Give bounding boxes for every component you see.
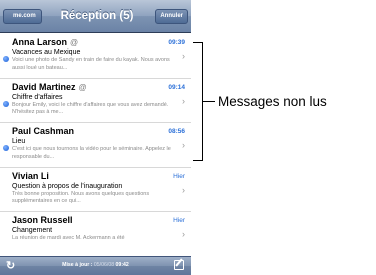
callout-leader-line — [203, 101, 215, 102]
unread-dot-icon — [3, 56, 9, 62]
compose-icon[interactable] — [174, 260, 184, 270]
message-subject: Lieu — [12, 138, 26, 145]
refresh-icon[interactable]: ↻ — [6, 259, 15, 273]
chevron-right-icon: › — [182, 184, 185, 195]
page-title: Réception (5) — [60, 10, 134, 22]
sender-name: Anna Larson — [12, 37, 68, 47]
navigation-bar: me.com Réception (5) Annuler — [0, 0, 191, 33]
message-subject: Chiffre d'affaires — [12, 93, 63, 101]
chevron-right-icon: › — [182, 95, 185, 106]
bottom-toolbar: ↻ Mise à jour : 05/06/08 09:42 — [0, 256, 191, 275]
message-list: Anna Larson @ 09:39 Vacances au Mexique V… — [0, 34, 191, 256]
message-time: 09:14 — [168, 83, 185, 91]
status-prefix: Mise à jour : — [62, 262, 93, 268]
message-preview: Très bonne proposition. Nous avons quelq… — [12, 190, 150, 205]
paperclip-icon: @ — [70, 38, 79, 47]
sender-name: Vivian Li — [12, 170, 49, 181]
message-subject: Changement — [12, 227, 53, 234]
callout-label: Messages non lus — [218, 94, 327, 109]
message-preview: Bonjour Emily, voici le chiffre d'affair… — [12, 101, 169, 116]
sender-name: David Martinez — [12, 81, 76, 92]
message-row[interactable]: Vivian Li Hier Question à propos de l'in… — [0, 167, 191, 212]
message-row[interactable]: Jason Russell Hier Changement La réunion… — [0, 212, 191, 256]
message-time: 09:39 — [168, 39, 185, 46]
message-row[interactable]: Anna Larson @ 09:39 Vacances au Mexique V… — [0, 34, 191, 79]
message-subject: Vacances au Mexique — [12, 49, 81, 56]
chevron-right-icon: › — [182, 229, 185, 239]
message-row[interactable]: David Martinez @ 09:14 Chiffre d'affaires… — [0, 78, 191, 123]
message-preview: La réunion de mardi avec M. Ackermann a … — [12, 235, 125, 241]
message-preview: Voici une photo de Sandy en train de fai… — [12, 57, 170, 71]
sender-name: Paul Cashman — [12, 126, 75, 136]
unread-bracket — [193, 42, 203, 161]
chevron-right-icon: › — [182, 140, 185, 150]
chevron-right-icon: › — [182, 51, 185, 61]
message-time: 08:56 — [168, 128, 185, 135]
message-time: Hier — [173, 172, 185, 180]
status-date: 05/06/08 — [93, 262, 115, 268]
status-time: 09:42 — [115, 262, 129, 268]
message-subject: Question à propos de l'inauguration — [12, 182, 123, 190]
cancel-button[interactable]: Annuler — [155, 9, 188, 24]
sender-name: Jason Russell — [12, 215, 73, 225]
message-preview: C'est ici que nous tournons la vidéo pou… — [12, 146, 171, 160]
mail-app-screen: me.com Réception (5) Annuler Anna Larson… — [0, 0, 191, 275]
update-status: Mise à jour : 05/06/08 09:42 — [30, 261, 161, 270]
back-button[interactable]: me.com — [3, 9, 42, 24]
unread-dot-icon — [3, 145, 9, 151]
message-time: Hier — [173, 217, 185, 224]
unread-dot-icon — [3, 100, 9, 107]
message-row[interactable]: Paul Cashman 08:56 Lieu C'est ici que no… — [0, 123, 191, 168]
paperclip-icon: @ — [78, 82, 87, 92]
